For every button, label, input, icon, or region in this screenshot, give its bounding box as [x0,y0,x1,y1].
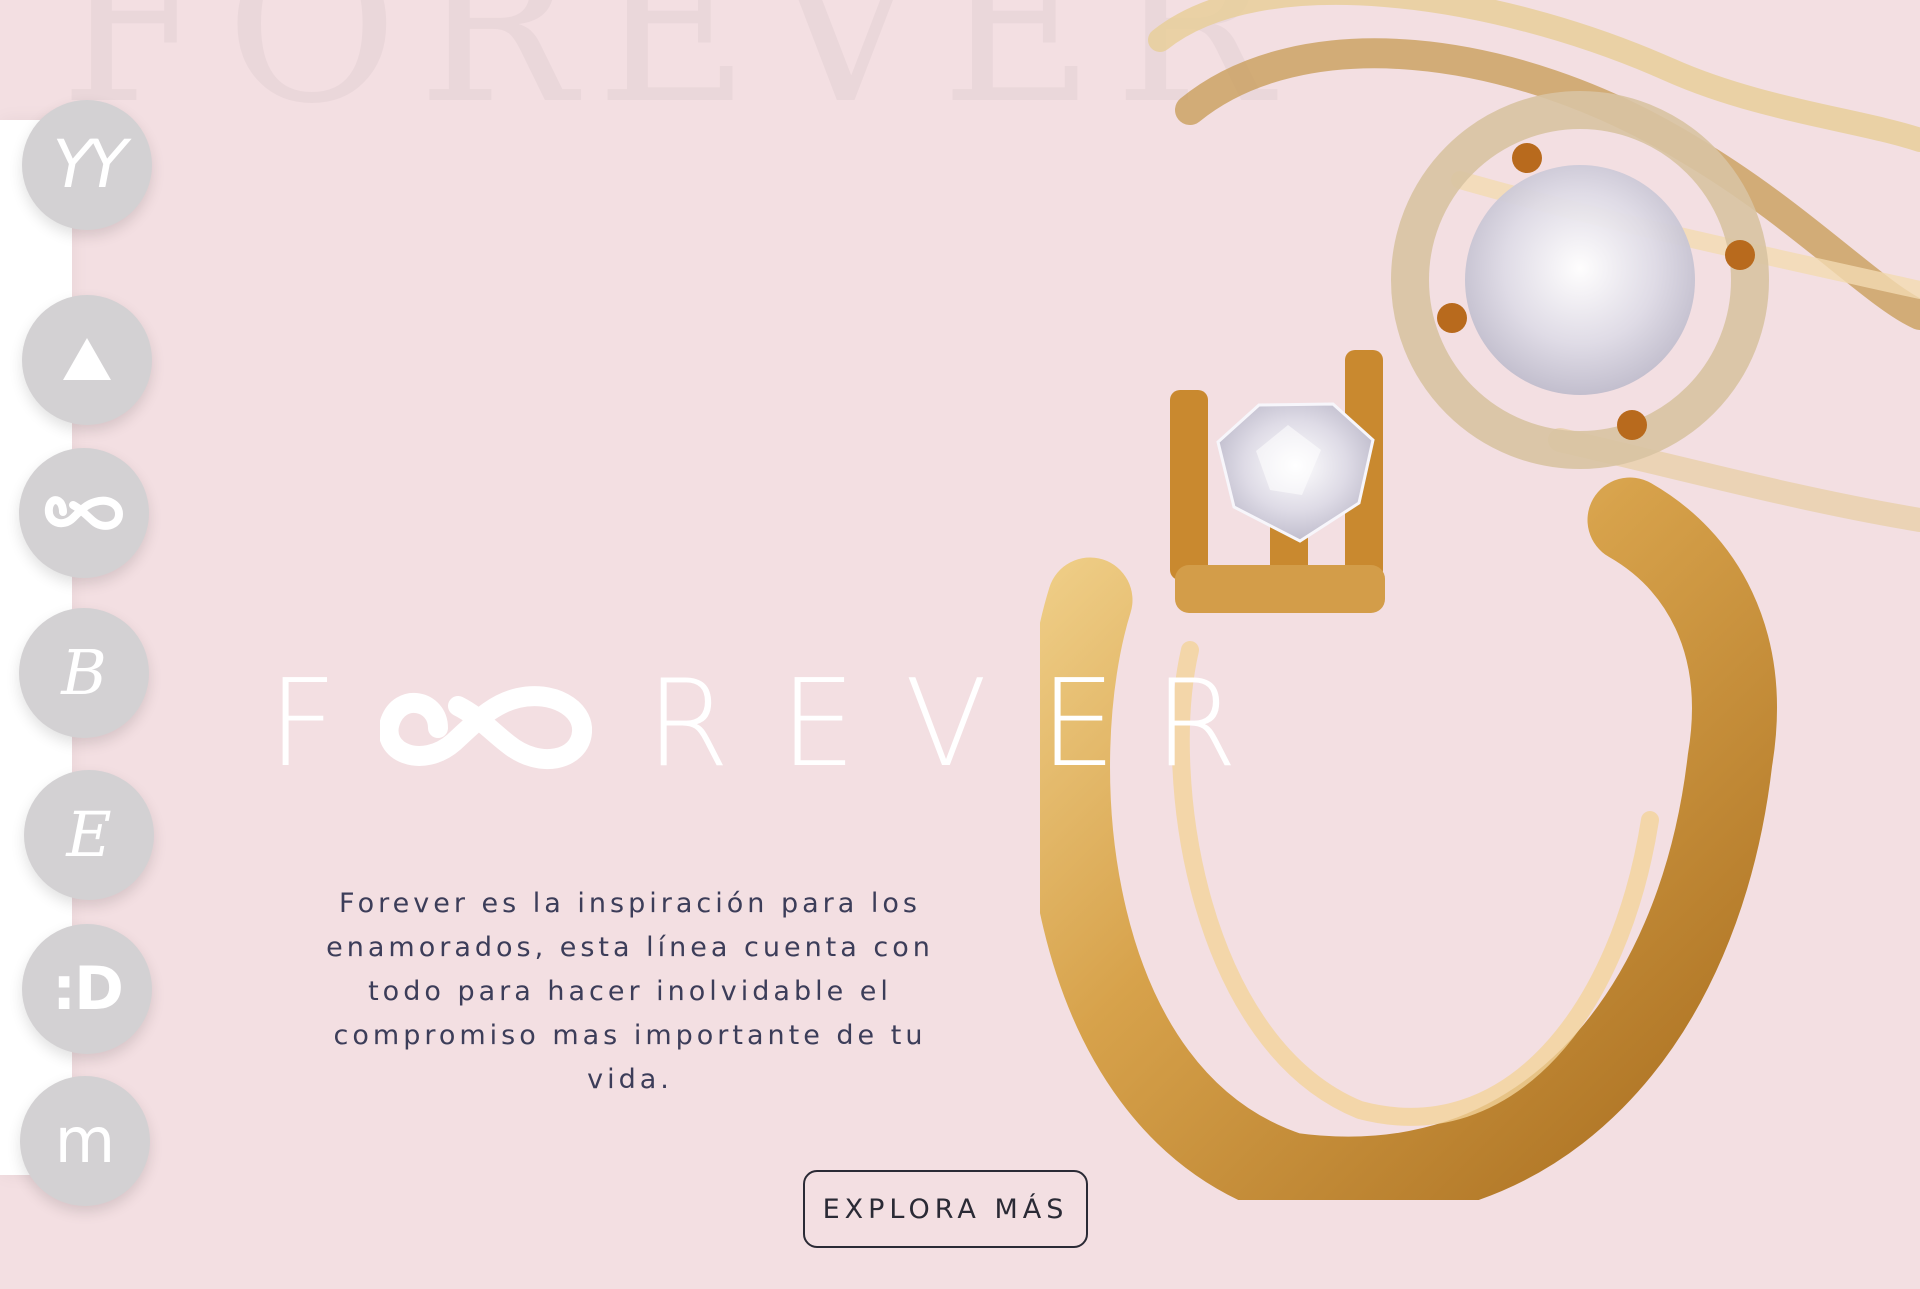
b-logo-icon: B [61,636,107,709]
nav-brand-triangle-button[interactable] [22,295,152,425]
logo-letter-e-2: E [1040,655,1116,794]
d-logo-icon: :D [52,954,124,1024]
forever-logo: F R E V E R [268,660,1248,790]
hero-description: Forever es la inspiración para los enamo… [326,888,934,1095]
nav-brand-m-button[interactable]: m [20,1076,150,1206]
m-logo-icon: m [54,1104,116,1177]
logo-letter-v: V [905,655,988,794]
logo-letter-e: E [780,655,856,794]
yy-logo-icon: YY [52,126,128,203]
rings-illustration [1040,0,1920,1200]
brand-navigation: YY B E :D m [0,0,170,1289]
logo-letter-r: R [646,655,730,794]
e-logo-icon: E [66,798,112,871]
explora-mas-button[interactable]: EXPLORA MÁS [803,1170,1088,1248]
logo-letter-f: F [268,655,338,794]
infinity-logo-icon [380,686,592,769]
logo-letter-r-2: R [1154,655,1238,794]
triangle-logo-icon [61,336,113,385]
nav-brand-e-button[interactable]: E [24,770,154,900]
nav-brand-b-button[interactable]: B [19,608,149,738]
ring-product-image [1040,0,1920,1200]
nav-brand-infinity-button[interactable] [19,448,149,578]
infinity-logo-icon [43,490,125,537]
nav-brand-yy-button[interactable]: YY [22,100,152,230]
nav-brand-d-button[interactable]: :D [22,924,152,1054]
